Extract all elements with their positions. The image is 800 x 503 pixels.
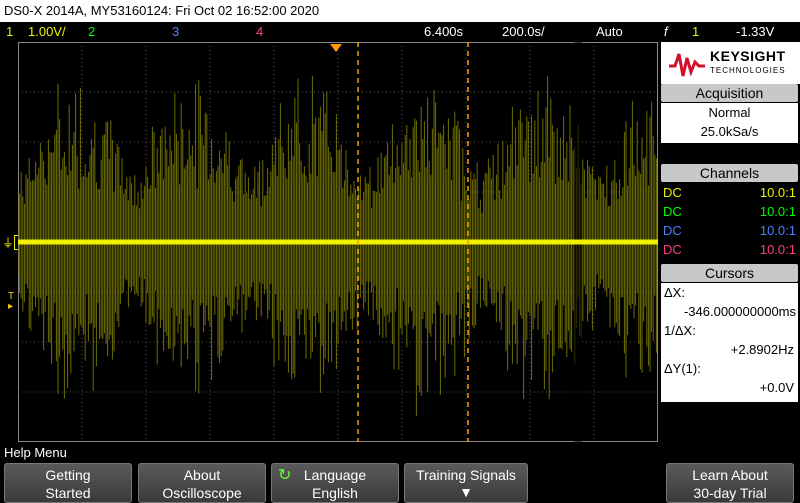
cursors-panel: ΔX: -346.000000000ms 1/ΔX: +2.8902Hz ΔY(… <box>661 283 798 402</box>
status-bar: 1 1.00V/ 2 3 4 6.400s 200.0s/ Auto f 1 -… <box>0 22 800 41</box>
learn-line1: Learn About <box>692 467 768 483</box>
ground-reference-icon: ⏚ <box>2 236 15 250</box>
chevron-down-icon: ▼ <box>459 484 473 500</box>
language-line2: English <box>312 485 358 501</box>
delta-x-label: ΔX: <box>664 285 685 300</box>
channel-row-4: DC 10.0:1 <box>661 240 798 259</box>
info-sidebar: KEYSIGHT TECHNOLOGIES Acquisition Normal… <box>661 42 800 442</box>
channels-panel: DC 10.0:1 DC 10.0:1 DC 10.0:1 DC 10.0:1 <box>661 183 798 261</box>
channel-row-1: DC 10.0:1 <box>661 183 798 202</box>
delta-y-value: +0.0V <box>759 380 794 395</box>
about-oscilloscope-button[interactable]: About Oscilloscope <box>138 463 266 503</box>
time-per-div[interactable]: 200.0s/ <box>502 22 545 41</box>
language-button[interactable]: ↻ Language English <box>271 463 399 503</box>
trigger-marker-label: T <box>8 291 15 302</box>
channel4-probe: 10.0:1 <box>759 242 796 257</box>
training-line1: Training Signals <box>416 467 516 483</box>
about-line2: Oscilloscope <box>162 485 242 501</box>
sample-rate: 25.0kSa/s <box>700 124 759 139</box>
ch4-label[interactable]: 4 <box>256 22 263 41</box>
trigger-edge-icon: f <box>664 24 668 39</box>
cursors-header: Cursors <box>661 264 798 282</box>
inverse-delta-x-value: +2.8902Hz <box>730 342 794 357</box>
channel1-coupling: DC <box>663 185 682 200</box>
waveform-display[interactable] <box>18 42 658 442</box>
about-line1: About <box>183 467 221 483</box>
ch3-label[interactable]: 3 <box>172 22 179 41</box>
channel-row-2: DC 10.0:1 <box>661 202 798 221</box>
channels-header: Channels <box>661 164 798 182</box>
logo-subtitle: TECHNOLOGIES <box>710 66 786 75</box>
channel2-probe: 10.0:1 <box>759 204 796 219</box>
inverse-delta-x-label: 1/ΔX: <box>664 323 696 338</box>
getting-started-line1: Getting <box>45 467 91 483</box>
trigger-level[interactable]: -1.33V <box>736 22 774 41</box>
channel2-coupling: DC <box>663 204 682 219</box>
learn-line2: 30-day Trial <box>693 485 767 501</box>
channel3-coupling: DC <box>663 223 682 238</box>
channel3-probe: 10.0:1 <box>759 223 796 238</box>
keysight-logo: KEYSIGHT TECHNOLOGIES <box>661 42 800 84</box>
trigger-channel: 1 <box>692 24 700 39</box>
training-signals-button[interactable]: Training Signals ▼ <box>404 463 528 503</box>
acquisition-mode: Normal <box>708 105 751 120</box>
trigger-mode[interactable]: Auto <box>596 22 623 41</box>
window-title: DS0-X 2014A, MY53160124: Fri Oct 02 16:5… <box>0 0 800 22</box>
softkey-bar: Getting Started About Oscilloscope ↻ Lan… <box>0 461 800 503</box>
help-menu-label: Help Menu <box>0 444 800 461</box>
channel1-probe: 10.0:1 <box>759 185 796 200</box>
time-position[interactable]: 6.400s <box>424 22 463 41</box>
keysight-wave-icon <box>669 53 705 77</box>
getting-started-button[interactable]: Getting Started <box>4 463 132 503</box>
acquisition-panel: Normal 25.0kSa/s <box>661 103 798 143</box>
delta-y-label: ΔY(1): <box>664 361 701 376</box>
rotate-knob-icon: ↻ <box>278 467 292 484</box>
channel-row-3: DC 10.0:1 <box>661 221 798 240</box>
acquisition-header: Acquisition <box>661 84 798 102</box>
ch1-scale[interactable]: 1.00V/ <box>28 22 66 41</box>
getting-started-line2: Started <box>45 485 91 501</box>
learn-trial-button[interactable]: Learn About 30-day Trial <box>666 463 794 503</box>
delta-x-value: -346.000000000ms <box>683 304 796 319</box>
ch1-label[interactable]: 1 <box>6 22 13 41</box>
channel4-coupling: DC <box>663 242 682 257</box>
trigger-level-marker: T ▸ <box>8 291 15 312</box>
logo-brand: KEYSIGHT <box>710 48 786 64</box>
graticule <box>18 42 658 442</box>
ch2-label[interactable]: 2 <box>88 22 95 41</box>
